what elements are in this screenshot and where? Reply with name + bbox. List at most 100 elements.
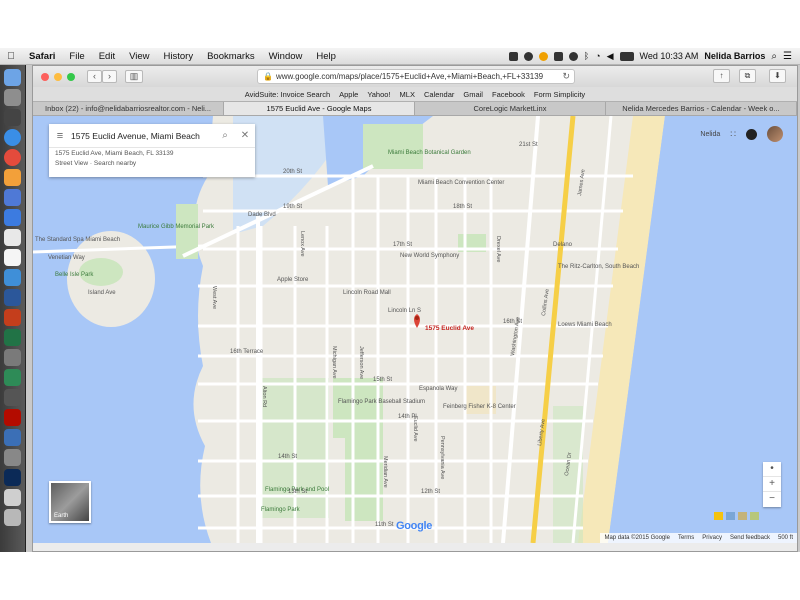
downloads-icon[interactable] [4,489,21,506]
close-icon[interactable]: ✕ [235,130,255,141]
tab-google-maps[interactable]: 1575 Euclid Ave - Google Maps [224,102,415,115]
scale-label[interactable]: 500 ft [778,533,793,543]
label-venetian: Venetian Way [48,255,85,261]
notifications-icon[interactable] [746,128,757,140]
notification-center-icon[interactable]: ☰ [783,51,792,62]
search-nearby-link[interactable]: Search nearby [94,160,136,167]
place-links: Street View · Search nearby [55,160,137,167]
google-map[interactable]: Miami Beach Botanical Garden Miami Beach… [33,116,797,543]
url-bar[interactable]: 🔒 www.google.com/maps/place/1575+Euclid+… [257,69,575,84]
my-location-icon[interactable]: • [763,462,781,477]
send-feedback-link[interactable]: Send feedback [730,533,770,543]
finder-icon[interactable] [4,69,21,86]
street-view-link[interactable]: Street View [55,160,88,167]
preview-icon[interactable] [4,249,21,266]
share-icon[interactable]: ↑ [713,69,730,83]
menu-window[interactable]: Window [262,51,310,62]
maps-search-panel: ≡ 1575 Euclid Avenue, Miami Beach ⌕ ✕ 15… [49,124,255,177]
app-icon[interactable] [4,389,21,406]
apps-grid-icon[interactable]: ∷ [730,129,736,140]
search-icon[interactable]: ⌕ [215,130,235,141]
forward-button[interactable]: › [102,70,117,83]
system-prefs-icon[interactable] [4,109,21,126]
powerpoint-icon[interactable] [4,309,21,326]
airplay-icon[interactable] [553,51,563,61]
fav-gmail[interactable]: Gmail [463,90,483,99]
earth-toggle[interactable]: Earth [49,481,91,523]
close-window-icon[interactable] [41,72,49,81]
privacy-link[interactable]: Privacy [702,533,722,543]
zoom-out-button[interactable]: − [763,492,781,507]
tab-inbox[interactable]: Inbox (22) - info@nelidabarriosrealtor.c… [33,102,224,115]
account-name[interactable]: Nelida [700,131,720,138]
label-delano: Delano [553,242,573,248]
dropbox-icon[interactable] [508,51,518,61]
trash-icon[interactable] [4,509,21,526]
label-botanical: Miami Beach Botanical Garden [388,150,471,156]
fav-yahoo[interactable]: Yahoo! [367,90,390,99]
apple-menu-icon[interactable]:  [0,51,22,62]
downloads-button-icon[interactable]: ⬇ [769,69,786,83]
acrobat-icon[interactable] [4,409,21,426]
photoshop-icon[interactable] [4,469,21,486]
fav-apple[interactable]: Apple [339,90,358,99]
excel-icon[interactable] [4,329,21,346]
clock-icon[interactable] [568,51,578,61]
fav-facebook[interactable]: Facebook [492,90,525,99]
label-dade: Dade Blvd [248,212,276,218]
tab-corelogic[interactable]: CoreLogic MarketLinx [415,102,606,115]
bluetooth-icon[interactable]: ᛒ [584,51,589,61]
menu-file[interactable]: File [62,51,91,62]
tabs-overview-icon[interactable]: ⧉ [739,69,756,83]
zoom-window-icon[interactable] [67,72,75,81]
launchpad-icon[interactable] [4,89,21,106]
menu-edit[interactable]: Edit [92,51,122,62]
zoom-in-button[interactable]: + [763,477,781,492]
terms-link[interactable]: Terms [678,533,694,543]
chrome-icon[interactable] [4,149,21,166]
photos-icon[interactable] [4,229,21,246]
menu-help[interactable]: Help [309,51,343,62]
back-button[interactable]: ‹ [87,70,102,83]
fav-calendar[interactable]: Calendar [424,90,454,99]
notification-icon[interactable] [538,51,548,61]
menu-view[interactable]: View [122,51,156,62]
menu-history[interactable]: History [157,51,201,62]
reload-icon[interactable]: ↻ [562,70,570,83]
safari-icon[interactable] [4,129,21,146]
menu-hamburger-icon[interactable]: ≡ [49,130,71,142]
terrain-layer-icon[interactable] [738,512,747,520]
volume-icon[interactable]: ◀ [607,51,614,62]
minimize-window-icon[interactable] [54,72,62,81]
menu-app-name[interactable]: Safari [22,51,62,62]
fav-form-simplicity[interactable]: Form Simplicity [534,90,585,99]
sidebar-toggle-icon[interactable]: ▥ [125,70,143,83]
avatar[interactable] [767,126,783,142]
calendar-icon[interactable] [4,269,21,286]
notes-icon[interactable] [4,449,21,466]
label-convention: Miami Beach Convention Center [418,180,504,186]
fav-mlx[interactable]: MLX [400,90,415,99]
appstore-icon[interactable] [4,189,21,206]
tab-calendar[interactable]: Nelida Mercedes Barrios - Calendar - Wee… [606,102,797,115]
contacts-icon[interactable] [4,349,21,366]
pegman-icon[interactable] [714,512,723,520]
menu-bookmarks[interactable]: Bookmarks [200,51,262,62]
traffic-layer-icon[interactable] [750,512,759,520]
skype-icon[interactable] [4,429,21,446]
fav-avidsuite[interactable]: AvidSuite: Invoice Search [245,90,330,99]
mail-icon[interactable] [4,209,21,226]
word-icon[interactable] [4,289,21,306]
menu-clock[interactable]: Wed 10:33 AM [640,51,699,61]
itunes-icon[interactable] [4,169,21,186]
spotlight-icon[interactable]: ⌕ [771,51,777,62]
menu-user[interactable]: Nelida Barrios [704,51,765,61]
search-input[interactable]: 1575 Euclid Avenue, Miami Beach [71,131,215,141]
photos-layer-icon[interactable] [726,512,735,520]
wifi-icon[interactable]: ◔ [595,51,600,61]
facetime-icon[interactable] [4,369,21,386]
sync-icon[interactable] [523,51,533,61]
label-standard-spa: The Standard Spa Miami Beach [35,237,120,243]
battery-icon[interactable] [619,51,634,61]
map-canvas[interactable]: Miami Beach Botanical Garden Miami Beach… [33,116,797,543]
